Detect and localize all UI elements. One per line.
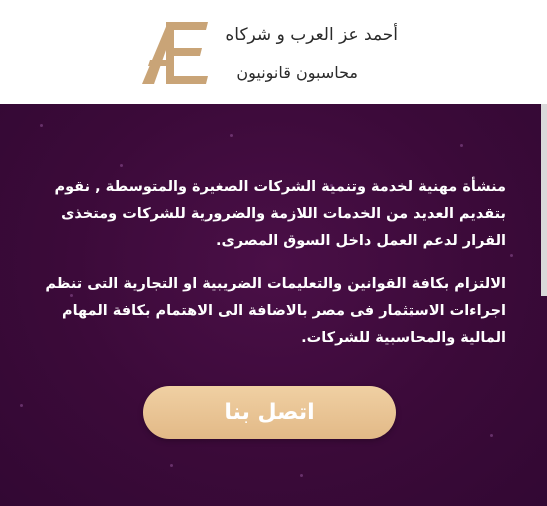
site-header: أحمد عز العرب و شركاه محاسبون قانونيون — [0, 0, 547, 104]
compliance-paragraph: الالتزام بكافة القوانين والتعليمات الضري… — [45, 276, 506, 346]
contact-us-button[interactable]: اتصل بنا — [143, 386, 396, 439]
brand-name: أحمد عز العرب و شركاه — [225, 25, 398, 45]
logo-icon[interactable] — [140, 20, 210, 86]
intro-paragraph: منشأة مهنية لخدمة وتنمية الشركات الصغيرة… — [54, 179, 506, 249]
brand-subtitle: محاسبون قانونيون — [236, 63, 358, 82]
scrollbar[interactable] — [541, 104, 547, 296]
